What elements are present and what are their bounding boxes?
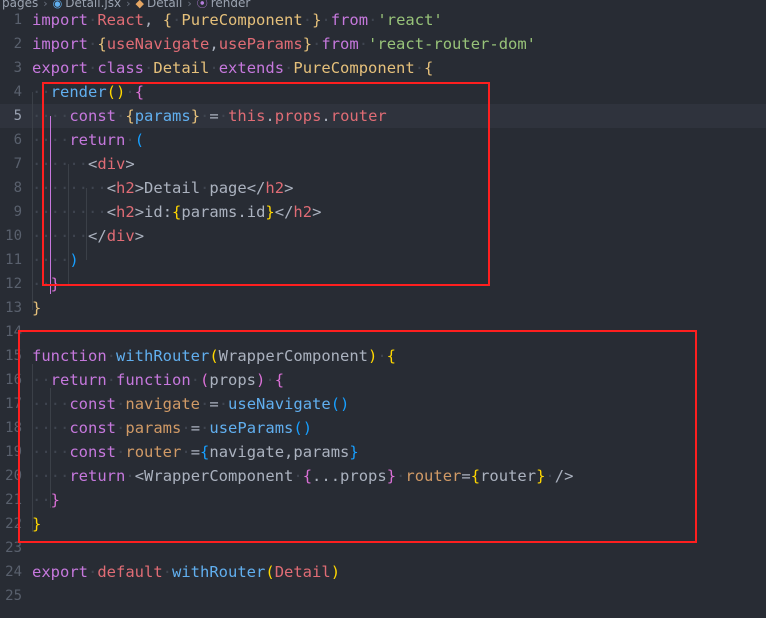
indent-guide	[32, 92, 33, 310]
line-number: 16	[5, 372, 22, 388]
line-content: ··return·function·(props)·{	[32, 371, 285, 389]
line-number: 5	[13, 108, 22, 124]
code-line[interactable]: 20 ····return·<WrapperComponent·{...prop…	[0, 464, 766, 488]
line-number: 21	[5, 492, 22, 508]
code-line[interactable]: 25	[0, 584, 766, 608]
line-content: ····const·{params}·=·this.props.router	[32, 107, 387, 125]
line-number: 12	[5, 276, 22, 292]
code-line[interactable]: 13 }	[0, 296, 766, 320]
breadcrumb-separator: ›	[43, 0, 48, 10]
code-line[interactable]: 15 function·withRouter(WrapperComponent)…	[0, 344, 766, 368]
react-file-icon: ◉	[52, 0, 63, 10]
line-content: ····)	[32, 251, 79, 269]
code-line[interactable]: 3 export·class·Detail·extends·PureCompon…	[0, 56, 766, 80]
breadcrumb-label-0: pages	[2, 0, 39, 10]
line-content: ····const·params·=·useParams()	[32, 419, 313, 437]
line-number: 18	[5, 420, 22, 436]
code-line[interactable]: 12 ··}	[0, 272, 766, 296]
line-number: 17	[5, 396, 22, 412]
code-line[interactable]: 7 ······<div>	[0, 152, 766, 176]
line-number: 11	[5, 252, 22, 268]
code-line-active[interactable]: 5 ····const·{params}·=·this.props.router	[0, 104, 766, 128]
line-number: 22	[5, 516, 22, 532]
breadcrumb[interactable]: pages › ◉ Detail.jsx › ◆ Detail › ⦿ rend…	[0, 0, 766, 13]
code-line[interactable]: 18 ····const·params·=·useParams()	[0, 416, 766, 440]
breadcrumb-label-2: Detail	[146, 0, 183, 10]
code-line[interactable]: 24 export·default·withRouter(Detail)	[0, 560, 766, 584]
class-icon: ◆	[135, 0, 144, 10]
line-content: ····return·<WrapperComponent·{...props}·…	[32, 467, 574, 485]
indent-guide	[86, 188, 87, 260]
code-line[interactable]: 8 ········<h2>Detail·page</h2>	[0, 176, 766, 200]
line-content: ······</div>	[32, 227, 145, 245]
line-content: ········<h2>id:{params.id}</h2>	[32, 203, 322, 221]
breadcrumb-separator: ›	[187, 0, 192, 10]
code-line[interactable]: 10 ······</div>	[0, 224, 766, 248]
line-number: 6	[13, 132, 22, 148]
breadcrumb-item-method[interactable]: ⦿ render	[197, 0, 251, 10]
line-content: }	[32, 515, 42, 533]
code-line[interactable]: 9 ········<h2>id:{params.id}</h2>	[0, 200, 766, 224]
code-area[interactable]: 1 import·React, {·PureComponent·}·from·'…	[0, 8, 766, 618]
code-line[interactable]: 17 ····const·navigate·=·useNavigate()	[0, 392, 766, 416]
line-content: ······<div>	[32, 155, 135, 173]
line-number: 25	[5, 588, 22, 604]
line-content: ··}	[32, 275, 61, 293]
code-line[interactable]: 2 import·{useNavigate,useParams}·from·'r…	[0, 32, 766, 56]
breadcrumb-separator: ›	[126, 0, 131, 10]
line-number: 3	[13, 60, 22, 76]
indent-guide	[32, 364, 33, 532]
line-content: ····const·navigate·=·useNavigate()	[32, 395, 350, 413]
line-number: 24	[5, 564, 22, 580]
code-line[interactable]: 14	[0, 320, 766, 344]
indent-guide	[50, 388, 51, 508]
line-content: ··}	[32, 491, 61, 509]
code-line[interactable]: 23	[0, 536, 766, 560]
line-number: 20	[5, 468, 22, 484]
line-number: 23	[5, 540, 22, 556]
line-content: function·withRouter(WrapperComponent)·{	[32, 347, 397, 365]
code-line[interactable]: 19 ····const·router·={navigate,params}	[0, 440, 766, 464]
line-content: }	[32, 299, 42, 317]
active-indent-guide	[50, 116, 51, 294]
line-content: ··render()·{	[32, 83, 145, 101]
code-editor-window: pages › ◉ Detail.jsx › ◆ Detail › ⦿ rend…	[0, 0, 766, 618]
line-number: 14	[5, 324, 22, 340]
code-line[interactable]: 16 ··return·function·(props)·{	[0, 368, 766, 392]
line-number: 8	[13, 180, 22, 196]
code-line[interactable]: 4 ··render()·{	[0, 80, 766, 104]
breadcrumb-item-class[interactable]: ◆ Detail	[136, 0, 183, 10]
code-line[interactable]: 21 ··}	[0, 488, 766, 512]
line-content: ····return·(	[32, 131, 145, 149]
line-number: 10	[5, 228, 22, 244]
line-content: ····const·router·={navigate,params}	[32, 443, 359, 461]
line-number: 13	[5, 300, 22, 316]
code-line[interactable]: 11 ····)	[0, 248, 766, 272]
line-content: export·default·withRouter(Detail)	[32, 563, 341, 581]
line-number: 9	[13, 204, 22, 220]
code-line[interactable]: 22 }	[0, 512, 766, 536]
line-number: 15	[5, 348, 22, 364]
breadcrumb-label-1: Detail.jsx	[65, 0, 122, 10]
line-content: export·class·Detail·extends·PureComponen…	[32, 59, 434, 77]
line-content: ········<h2>Detail·page</h2>	[32, 179, 294, 197]
method-icon: ⦿	[196, 0, 208, 10]
line-number: 2	[13, 36, 22, 52]
line-number: 19	[5, 444, 22, 460]
line-number: 7	[13, 156, 22, 172]
code-line[interactable]: 6 ····return·(	[0, 128, 766, 152]
indent-guide	[68, 164, 69, 284]
line-content: import·{useNavigate,useParams}·from·'rea…	[32, 35, 537, 53]
breadcrumb-label-3: render	[210, 0, 251, 10]
breadcrumb-item-file[interactable]: ◉ Detail.jsx	[53, 0, 121, 10]
line-number: 4	[13, 84, 22, 100]
breadcrumb-item-pages[interactable]: pages	[2, 0, 38, 10]
